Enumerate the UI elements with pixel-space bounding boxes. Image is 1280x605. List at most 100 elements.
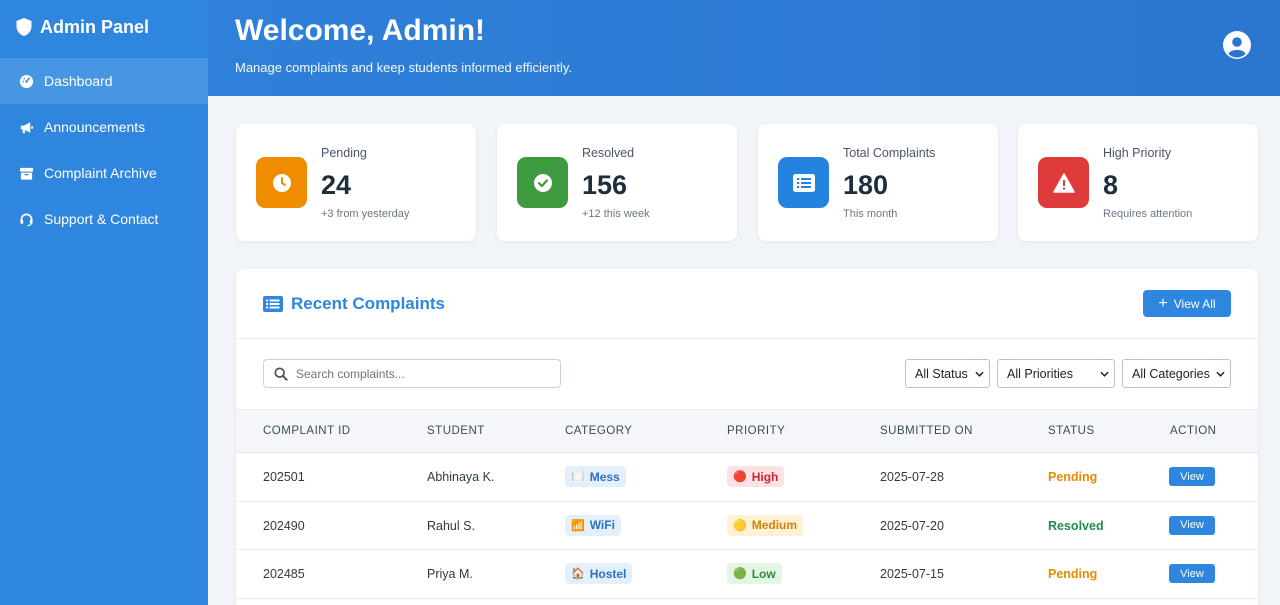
status-text: Resolved: [1048, 518, 1104, 533]
panel-title-text: Recent Complaints: [291, 294, 445, 313]
status-filter-select[interactable]: All Status: [905, 359, 990, 388]
status-text: Pending: [1048, 470, 1098, 484]
view-button[interactable]: View: [1169, 564, 1215, 583]
sidebar-item-label: Announcements: [44, 119, 146, 135]
select-value: All Categories: [1132, 366, 1210, 381]
page-subtitle: Manage complaints and keep students info…: [235, 60, 572, 75]
table-header: COMPLAINT ID STUDENT CATEGORY PRIORITY S…: [236, 409, 1258, 453]
stat-value: 8: [1103, 170, 1119, 200]
view-all-label: View All: [1173, 296, 1216, 311]
priority-label: Low: [751, 566, 776, 581]
sidebar-item-announcements[interactable]: Announcements: [0, 104, 208, 150]
list-icon: [263, 296, 283, 312]
stat-label: Total Complaints: [843, 146, 936, 160]
priority-filter-select[interactable]: All Priorities: [997, 359, 1115, 388]
sidebar: Admin Panel Dashboard Announcements Comp…: [0, 0, 208, 605]
priority-tag: 🟢 Low: [727, 563, 782, 584]
warning-icon: [1038, 157, 1089, 208]
student-name: Abhinaya K.: [427, 470, 495, 484]
column-header: STATUS: [1048, 425, 1095, 437]
category-filter-select[interactable]: All Categories: [1122, 359, 1231, 388]
stat-sub: Requires attention: [1103, 208, 1193, 220]
table-row: 202490 Rahul S. 📶 WiFi 🟡 Medium 2025-07-…: [236, 502, 1258, 550]
panel-title: Recent Complaints: [263, 294, 445, 314]
view-button[interactable]: View: [1169, 467, 1215, 486]
sidebar-nav: Dashboard Announcements Complaint Archiv…: [0, 58, 208, 242]
sidebar-item-label: Complaint Archive: [44, 165, 157, 181]
sidebar-item-label: Support & Contact: [44, 211, 159, 227]
brand: Admin Panel: [0, 0, 208, 54]
column-header: CATEGORY: [565, 425, 633, 437]
view-button[interactable]: View: [1169, 515, 1215, 535]
yellow-dot-icon: 🟡: [733, 519, 747, 532]
column-header: ACTION: [1170, 425, 1217, 437]
stat-label: High Priority: [1103, 146, 1172, 160]
submitted-date: 2025-07-15: [880, 567, 944, 581]
chevron-down-icon: [1216, 371, 1225, 377]
check-circle-icon: [517, 157, 568, 208]
page-title: Welcome, Admin!: [235, 14, 486, 47]
priority-tag: 🟡 Medium: [727, 514, 804, 536]
archive-icon: [18, 165, 34, 181]
column-header: COMPLAINT ID: [263, 425, 351, 437]
brand-title: Admin Panel: [40, 16, 150, 37]
megaphone-icon: [18, 119, 34, 135]
table-row: 202501 Abhinaya K. 🍽️ Mess 🔴 High 2025-0…: [236, 453, 1258, 502]
category-tag: 📶 WiFi: [565, 514, 621, 536]
select-value: All Priorities: [1007, 366, 1073, 381]
user-avatar-icon[interactable]: [1223, 31, 1251, 59]
stat-value: 156: [582, 170, 628, 200]
filter-group: All Status All Priorities All Categories: [905, 359, 1231, 388]
priority-label: High: [751, 469, 779, 484]
plus-icon: +: [1158, 294, 1168, 312]
category-label: Hostel: [589, 566, 627, 581]
sidebar-item-label: Dashboard: [44, 73, 113, 89]
chevron-down-icon: [975, 371, 984, 377]
house-icon: 🏠: [571, 568, 585, 580]
complaint-id: 202485: [263, 567, 305, 581]
stat-card-high-priority: High Priority 8 Requires attention: [1018, 124, 1258, 241]
view-all-button[interactable]: + View All: [1143, 290, 1231, 317]
submitted-date: 2025-07-20: [880, 518, 944, 533]
table-row: 202485 Priya M. 🏠 Hostel 🟢 Low 2025-07-1…: [236, 550, 1258, 599]
utensils-icon: 🍽️: [571, 471, 585, 483]
submitted-date: 2025-07-28: [880, 470, 944, 484]
search-input[interactable]: [296, 366, 546, 381]
recent-complaints-panel: Recent Complaints + View All All Status …: [236, 269, 1258, 605]
category-tag: 🍽️ Mess: [565, 466, 626, 487]
signal-icon: 📶: [571, 519, 585, 532]
student-name: Priya M.: [427, 567, 473, 581]
panel-header: Recent Complaints + View All: [236, 269, 1258, 339]
stat-label: Pending: [321, 146, 367, 160]
stat-value: 24: [321, 170, 352, 200]
student-name: Rahul S.: [427, 518, 475, 533]
sidebar-item-complaint-archive[interactable]: Complaint Archive: [0, 150, 208, 196]
complaint-id: 202501: [263, 470, 305, 484]
category-label: WiFi: [589, 518, 615, 532]
green-dot-icon: 🟢: [733, 568, 747, 580]
column-header: SUBMITTED ON: [880, 425, 973, 437]
stat-sub: This month: [843, 208, 898, 220]
search-box[interactable]: [263, 359, 561, 388]
shield-icon: [16, 18, 32, 36]
category-label: Mess: [589, 469, 620, 484]
red-dot-icon: 🔴: [733, 471, 747, 483]
priority-label: Medium: [751, 518, 798, 532]
stat-sub: +12 this week: [582, 208, 650, 220]
category-tag: 🏠 Hostel: [565, 563, 633, 584]
sidebar-item-dashboard[interactable]: Dashboard: [0, 58, 208, 104]
sidebar-item-support[interactable]: Support & Contact: [0, 196, 208, 242]
list-icon: [778, 157, 829, 208]
headset-icon: [18, 211, 34, 227]
priority-tag: 🔴 High: [727, 466, 785, 487]
stat-value: 180: [843, 170, 889, 200]
complaint-id: 202490: [263, 518, 305, 533]
stat-card-total: Total Complaints 180 This month: [758, 124, 998, 241]
dashboard-icon: [18, 73, 34, 89]
clock-icon: [256, 157, 307, 208]
stat-label: Resolved: [582, 146, 635, 160]
chevron-down-icon: [1100, 371, 1109, 377]
status-text: Pending: [1048, 567, 1098, 581]
select-value: All Status: [915, 366, 968, 381]
stat-sub: +3 from yesterday: [321, 208, 410, 220]
